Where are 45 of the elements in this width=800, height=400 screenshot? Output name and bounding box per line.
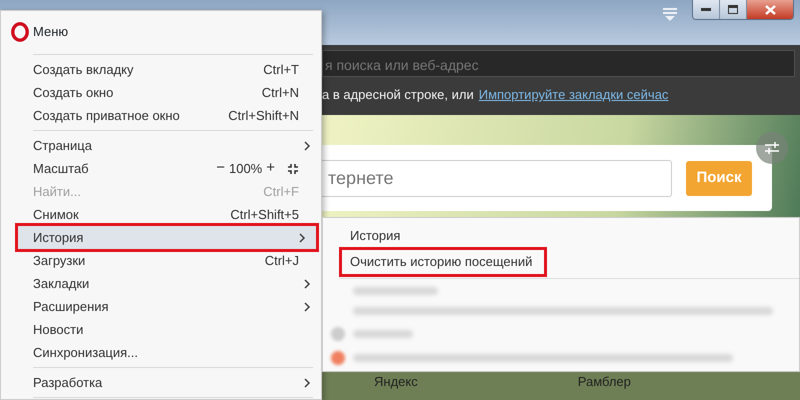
speed-dial-label[interactable]: Яндекс — [374, 372, 418, 392]
menu-item[interactable]: История — [15, 223, 319, 252]
chevron-right-icon — [299, 232, 306, 242]
search-field[interactable]: тернете — [322, 160, 672, 196]
fullscreen-icon[interactable] — [287, 162, 299, 174]
submenu-item[interactable]: История — [323, 224, 400, 247]
menu-item[interactable]: Масштаб − 100% + — [1, 157, 321, 180]
submenu-item[interactable]: Очистить историю посещений — [339, 247, 548, 277]
shortcut-text: Ctrl+F — [263, 182, 299, 201]
chevron-right-icon — [304, 140, 311, 150]
maximize-button[interactable] — [720, 0, 747, 19]
maximize-icon — [728, 5, 738, 14]
shortcut-text: Ctrl+T — [263, 60, 299, 79]
menu-item[interactable]: Новости — [1, 318, 321, 341]
menu-item[interactable]: Разработка — [1, 371, 321, 394]
shortcut-text: Ctrl+Shift+5 — [230, 206, 299, 224]
close-icon — [764, 4, 776, 14]
menu-item[interactable]: Создать окно Ctrl+N — [1, 81, 321, 104]
menu-item[interactable]: Загрузки Ctrl+J — [1, 249, 321, 272]
chevron-right-icon — [304, 302, 311, 312]
menu-title: Меню — [33, 23, 68, 42]
menu-item[interactable]: Синхронизация... — [1, 341, 321, 364]
minimize-icon — [701, 8, 711, 12]
import-bookmarks-link[interactable]: Импортируйте закладки сейчас — [478, 85, 668, 104]
shortcut-text: Ctrl+N — [262, 84, 299, 102]
menu-item[interactable]: Закладки — [1, 272, 321, 295]
zoom-in-button[interactable]: + — [266, 157, 275, 180]
chevron-right-icon — [304, 278, 311, 288]
chevron-right-icon — [304, 378, 311, 388]
sliders-icon — [764, 140, 780, 156]
zoom-level: 100% — [228, 160, 262, 178]
logo-icon — [11, 22, 29, 42]
close-button[interactable] — [747, 0, 793, 19]
menu-item[interactable]: Снимок Ctrl+Shift+5 — [1, 203, 321, 226]
menu-item[interactable]: Создать приватное окно Ctrl+Shift+N — [1, 104, 321, 127]
shortcut-text: Ctrl+J — [264, 252, 299, 270]
bookmark-hint-text: а в адресной строке, или — [322, 86, 474, 104]
shortcut-text: Ctrl+Shift+N — [228, 106, 299, 125]
speed-dial-label[interactable]: Рамблер — [578, 372, 631, 392]
menu-item[interactable]: Страница — [1, 134, 321, 157]
menu-item[interactable]: Создать вкладку Ctrl+T — [1, 58, 321, 81]
minimize-button[interactable] — [693, 0, 720, 19]
zoom-out-button[interactable]: − — [216, 157, 225, 180]
menu-item[interactable]: Расширения — [1, 295, 321, 318]
address-field[interactable]: я поиска или веб-адрес — [322, 50, 795, 77]
